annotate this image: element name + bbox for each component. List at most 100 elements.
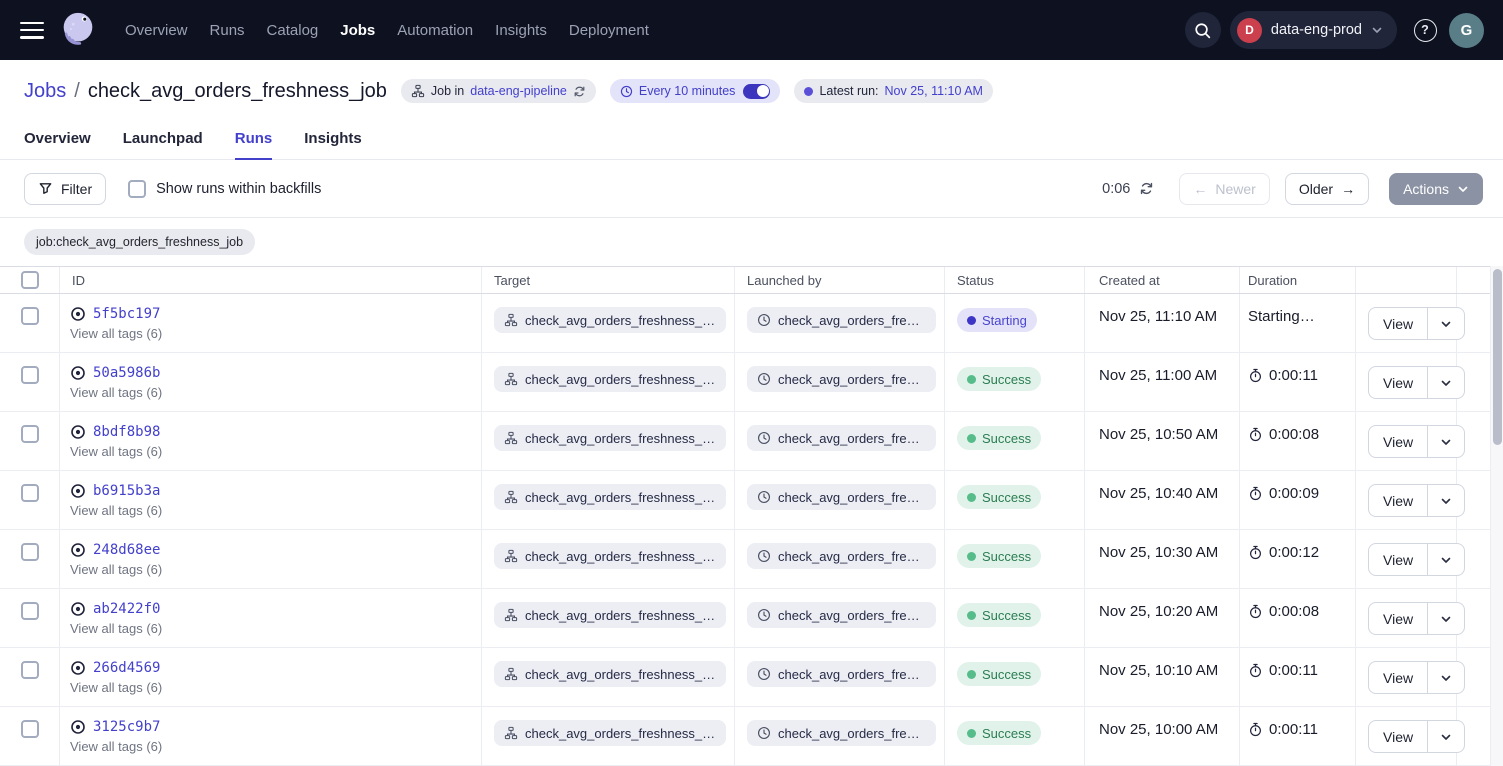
- view-button[interactable]: View: [1369, 308, 1428, 339]
- view-all-tags-link[interactable]: View all tags (6): [70, 562, 473, 577]
- row-checkbox[interactable]: [21, 661, 39, 679]
- launched-by-pill[interactable]: check_avg_orders_freshn…: [747, 484, 936, 510]
- status-dot: [967, 729, 976, 738]
- view-all-tags-link[interactable]: View all tags (6): [70, 503, 473, 518]
- hamburger-menu-icon[interactable]: [20, 22, 44, 39]
- view-all-tags-link[interactable]: View all tags (6): [70, 444, 473, 459]
- run-target-icon: [70, 601, 86, 617]
- run-id-link[interactable]: b6915b3a: [93, 483, 160, 499]
- nav-item-insights[interactable]: Insights: [493, 16, 549, 45]
- latest-run-link[interactable]: Nov 25, 11:10 AM: [885, 84, 983, 98]
- row-checkbox[interactable]: [21, 307, 39, 325]
- view-button[interactable]: View: [1369, 485, 1428, 516]
- launched-by-pill[interactable]: check_avg_orders_freshn…: [747, 307, 936, 333]
- table-body: 5f5bc197 View all tags (6) check_avg_ord…: [0, 294, 1503, 766]
- job-filter-tag[interactable]: job:check_avg_orders_freshness_job: [24, 229, 255, 255]
- nav-item-runs[interactable]: Runs: [208, 16, 247, 45]
- run-target-icon: [70, 719, 86, 735]
- target-pill[interactable]: check_avg_orders_freshness_job: [494, 602, 726, 628]
- launched-by-pill[interactable]: check_avg_orders_freshn…: [747, 543, 936, 569]
- row-checkbox[interactable]: [21, 425, 39, 443]
- run-id-link[interactable]: 266d4569: [93, 660, 160, 676]
- schedule-toggle[interactable]: [743, 84, 770, 99]
- view-button[interactable]: View: [1369, 426, 1428, 457]
- col-header-target: Target: [482, 267, 735, 293]
- tab-overview[interactable]: Overview: [24, 118, 91, 159]
- target-pill[interactable]: check_avg_orders_freshness_job: [494, 543, 726, 569]
- select-all-checkbox[interactable]: [21, 271, 39, 289]
- newer-button[interactable]: ← Newer: [1179, 173, 1269, 205]
- older-button[interactable]: Older →: [1285, 173, 1369, 205]
- target-pill[interactable]: check_avg_orders_freshness_job: [494, 661, 726, 687]
- job-graph-icon: [504, 313, 518, 327]
- view-button[interactable]: View: [1369, 544, 1428, 575]
- target-pill[interactable]: check_avg_orders_freshness_job: [494, 720, 726, 746]
- view-all-tags-link[interactable]: View all tags (6): [70, 326, 473, 341]
- breadcrumb-jobs-link[interactable]: Jobs: [24, 80, 66, 103]
- launched-by-pill[interactable]: check_avg_orders_freshn…: [747, 425, 936, 451]
- help-button[interactable]: ?: [1410, 15, 1440, 45]
- row-checkbox[interactable]: [21, 484, 39, 502]
- actions-button[interactable]: Actions: [1389, 173, 1483, 205]
- chevron-down-icon: [1440, 613, 1452, 625]
- filter-button[interactable]: Filter: [24, 173, 106, 205]
- run-id-link[interactable]: 8bdf8b98: [93, 424, 160, 440]
- created-at: Nov 25, 10:50 AM: [1085, 412, 1240, 470]
- row-checkbox[interactable]: [21, 602, 39, 620]
- nav-item-automation[interactable]: Automation: [395, 16, 475, 45]
- row-checkbox[interactable]: [21, 543, 39, 561]
- row-checkbox[interactable]: [21, 366, 39, 384]
- col-header-launched-by: Launched by: [735, 267, 945, 293]
- job-tabs: Overview Launchpad Runs Insights: [0, 118, 1503, 160]
- col-header-status: Status: [945, 267, 1085, 293]
- tab-launchpad[interactable]: Launchpad: [123, 118, 203, 159]
- view-all-tags-link[interactable]: View all tags (6): [70, 621, 473, 636]
- nav-item-jobs[interactable]: Jobs: [338, 16, 377, 45]
- launched-by-pill[interactable]: check_avg_orders_freshn…: [747, 661, 936, 687]
- launched-by-pill[interactable]: check_avg_orders_freshn…: [747, 602, 936, 628]
- nav-item-deployment[interactable]: Deployment: [567, 16, 651, 45]
- reload-icon[interactable]: [573, 85, 586, 98]
- pipeline-link[interactable]: data-eng-pipeline: [470, 84, 567, 98]
- target-pill[interactable]: check_avg_orders_freshness_job: [494, 366, 726, 392]
- view-all-tags-link[interactable]: View all tags (6): [70, 739, 473, 754]
- run-id-link[interactable]: 3125c9b7: [93, 719, 160, 735]
- row-checkbox[interactable]: [21, 720, 39, 738]
- view-all-tags-link[interactable]: View all tags (6): [70, 680, 473, 695]
- launched-by-pill[interactable]: check_avg_orders_freshn…: [747, 366, 936, 392]
- refresh-icon[interactable]: [1139, 181, 1154, 196]
- launched-by-pill[interactable]: check_avg_orders_freshn…: [747, 720, 936, 746]
- nav-item-overview[interactable]: Overview: [123, 16, 190, 45]
- created-at: Nov 25, 10:00 AM: [1085, 707, 1240, 765]
- tab-runs[interactable]: Runs: [235, 118, 273, 159]
- run-id-link[interactable]: 248d68ee: [93, 542, 160, 558]
- nav-item-catalog[interactable]: Catalog: [265, 16, 321, 45]
- view-button[interactable]: View: [1369, 662, 1428, 693]
- scrollbar-thumb[interactable]: [1493, 269, 1502, 445]
- backfills-checkbox[interactable]: [128, 180, 146, 198]
- deployment-switcher[interactable]: D data-eng-prod: [1230, 11, 1397, 49]
- search-button[interactable]: [1185, 12, 1221, 48]
- chevron-down-icon: [1440, 318, 1452, 330]
- breadcrumb: Jobs / check_avg_orders_freshness_job: [24, 80, 387, 103]
- view-button[interactable]: View: [1369, 603, 1428, 634]
- run-id-link[interactable]: 50a5986b: [93, 365, 160, 381]
- run-target-icon: [70, 483, 86, 499]
- target-pill[interactable]: check_avg_orders_freshness_job: [494, 307, 726, 333]
- view-button[interactable]: View: [1369, 721, 1428, 752]
- deployment-badge: D: [1237, 18, 1262, 43]
- dagster-logo-icon[interactable]: [57, 7, 99, 53]
- scrollbar-track[interactable]: [1490, 266, 1503, 766]
- view-all-tags-link[interactable]: View all tags (6): [70, 385, 473, 400]
- view-split-button: View: [1368, 484, 1465, 517]
- status-badge: Success: [957, 603, 1041, 627]
- view-split-button: View: [1368, 366, 1465, 399]
- run-id-link[interactable]: ab2422f0: [93, 601, 160, 617]
- run-id-link[interactable]: 5f5bc197: [93, 306, 160, 322]
- job-graph-icon: [504, 667, 518, 681]
- view-button[interactable]: View: [1369, 367, 1428, 398]
- target-pill[interactable]: check_avg_orders_freshness_job: [494, 484, 726, 510]
- target-pill[interactable]: check_avg_orders_freshness_job: [494, 425, 726, 451]
- user-avatar[interactable]: G: [1449, 13, 1484, 48]
- tab-insights[interactable]: Insights: [304, 118, 362, 159]
